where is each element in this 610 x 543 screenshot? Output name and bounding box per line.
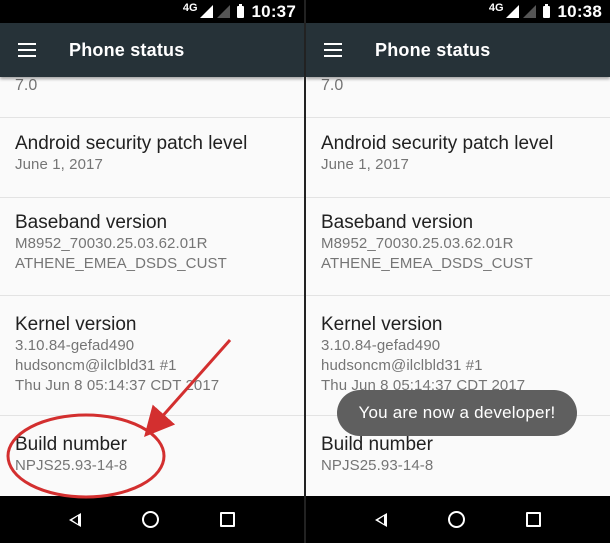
list-item-security-patch[interactable]: Android security patch level June 1, 201…	[0, 117, 304, 197]
item-value: 3.10.84-gefad490	[15, 337, 135, 354]
item-title: Android security patch level	[15, 133, 248, 154]
home-icon[interactable]	[141, 511, 159, 528]
battery-icon	[236, 3, 244, 18]
screen-right: 4G 10:38 Phone status 7.0 Android securi…	[306, 0, 610, 543]
item-value: hudsoncm@ilclbld31 #1	[321, 357, 483, 374]
item-value: NPJS25.93-14-8	[321, 457, 434, 474]
screen-left: 4G 10:37 Phone status 7.0 Android securi…	[0, 0, 304, 543]
item-title: Build number	[15, 434, 127, 455]
item-title: Build number	[321, 434, 433, 455]
list-item-baseband-version[interactable]: Baseband version M8952_70030.25.03.62.01…	[0, 197, 304, 295]
page-title: Phone status	[375, 39, 491, 60]
navigation-bar	[0, 496, 304, 543]
item-title: Android security patch level	[321, 133, 554, 154]
item-title: Kernel version	[321, 314, 443, 335]
item-title: Kernel version	[15, 314, 137, 335]
settings-list[interactable]: 7.0 Android security patch level June 1,…	[0, 77, 304, 496]
item-value: June 1, 2017	[321, 156, 409, 173]
list-item-baseband-version[interactable]: Baseband version M8952_70030.25.03.62.01…	[306, 197, 610, 295]
status-bar: 4G 10:37	[0, 0, 304, 23]
hamburger-menu-icon[interactable]	[324, 43, 342, 57]
recents-icon[interactable]	[220, 512, 236, 527]
android-version-value: 7.0	[15, 77, 38, 94]
item-title: Baseband version	[321, 212, 474, 233]
item-value: Thu Jun 8 05:14:37 CDT 2017	[15, 377, 220, 394]
list-item-kernel-version[interactable]: Kernel version 3.10.84-gefad490 hudsoncm…	[0, 295, 304, 415]
item-value: 3.10.84-gefad490	[321, 337, 441, 354]
status-bar: 4G 10:38	[306, 0, 610, 23]
network-type: 4G	[488, 1, 504, 14]
item-value: M8952_70030.25.03.62.01R	[15, 235, 208, 252]
hamburger-menu-icon[interactable]	[18, 43, 36, 57]
item-value: ATHENE_EMEA_DSDS_CUST	[321, 255, 533, 272]
android-version-value: 7.0	[321, 77, 344, 94]
wifi-signal-empty-icon	[216, 5, 230, 18]
battery-icon	[542, 3, 550, 18]
signal-icon	[505, 5, 519, 18]
navigation-bar	[306, 496, 610, 543]
developer-toast: You are now a developer!	[337, 390, 577, 436]
item-title: Baseband version	[15, 212, 168, 233]
clock: 10:37	[251, 1, 296, 21]
recents-icon[interactable]	[526, 512, 542, 527]
page-title: Phone status	[69, 39, 185, 60]
back-icon[interactable]	[68, 512, 81, 527]
network-type: 4G	[182, 1, 198, 14]
item-value: June 1, 2017	[15, 156, 103, 173]
item-value: hudsoncm@ilclbld31 #1	[15, 357, 177, 374]
wifi-signal-empty-icon	[522, 5, 536, 18]
signal-icon	[199, 5, 213, 18]
clock: 10:38	[557, 1, 602, 21]
list-item-security-patch[interactable]: Android security patch level June 1, 201…	[306, 117, 610, 197]
home-icon[interactable]	[447, 511, 465, 528]
list-item-build-number[interactable]: Build number NPJS25.93-14-8	[0, 415, 304, 496]
item-value: ATHENE_EMEA_DSDS_CUST	[15, 255, 227, 272]
app-bar: Phone status	[0, 23, 304, 77]
item-value: M8952_70030.25.03.62.01R	[321, 235, 514, 252]
item-value: NPJS25.93-14-8	[15, 457, 128, 474]
back-icon[interactable]	[374, 512, 387, 527]
app-bar: Phone status	[306, 23, 610, 77]
